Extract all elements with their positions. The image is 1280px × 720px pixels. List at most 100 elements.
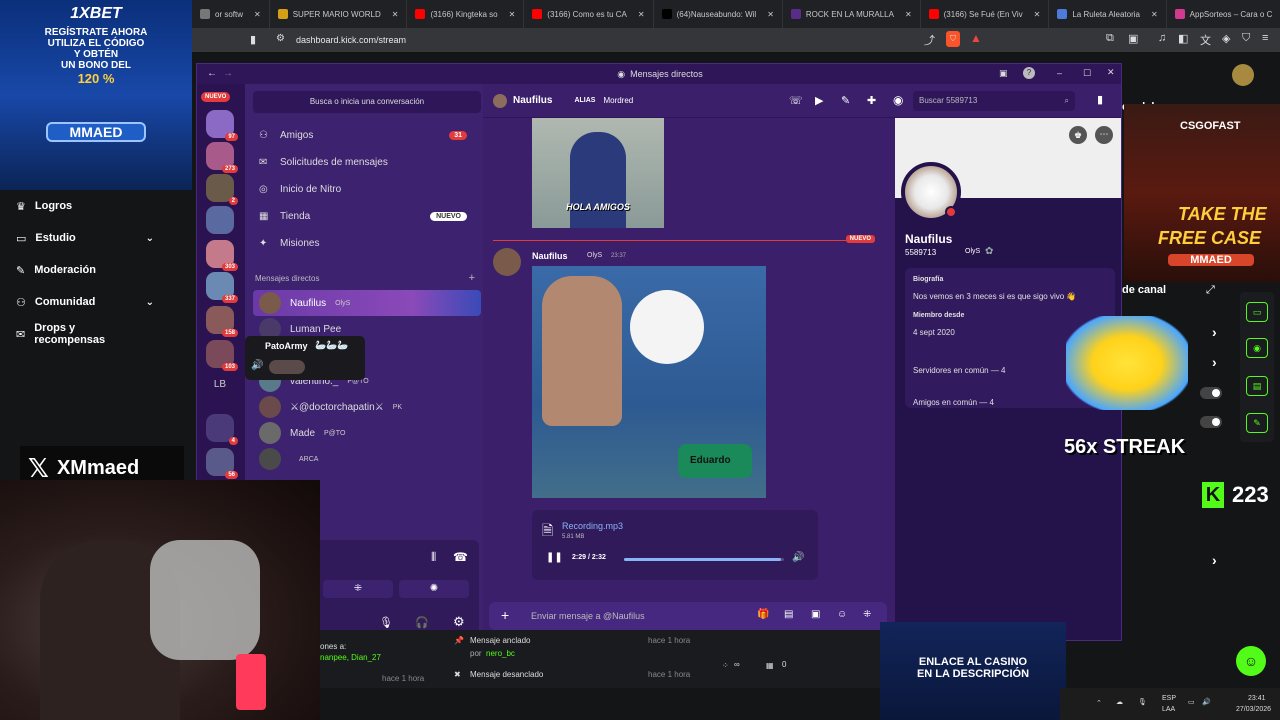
pinned-by-user[interactable]: nero_bc (486, 649, 515, 658)
bookmark-icon[interactable]: ▮ (250, 33, 256, 46)
server-icon[interactable]: 4 (206, 414, 238, 445)
browser-tab[interactable]: La Ruleta Aleatoria ✕ (1049, 0, 1167, 28)
activity-button[interactable]: ⁜ (323, 580, 393, 598)
clock-time[interactable]: 23:41 (1248, 695, 1266, 702)
close-tab-icon[interactable]: ✕ (905, 10, 912, 19)
screenshot-icon[interactable]: ▣ (1128, 32, 1138, 45)
close-tab-icon[interactable]: ✕ (767, 10, 774, 19)
lb-server[interactable]: LB (206, 379, 234, 399)
mic-tray-icon[interactable]: 🎙 (1138, 698, 1147, 706)
browser-tab[interactable]: AppSorteos – Cara o C✕ (1167, 0, 1280, 28)
soundboard-button[interactable]: ✺ (399, 580, 469, 598)
address-input[interactable]: dashboard.kick.com/stream (296, 35, 406, 45)
dm-list-item[interactable]: ⚔@doctorchapatin⚔ PK (253, 394, 481, 420)
apps-icon[interactable]: ⁜ (863, 609, 871, 620)
browser-tab[interactable]: or softw ✕ (192, 0, 270, 28)
message-image[interactable]: Eduardo (532, 266, 766, 498)
forward-arrow-icon[interactable]: → (223, 68, 233, 79)
recipient-avatar[interactable] (493, 93, 507, 108)
hangup-icon[interactable]: ☎ (453, 550, 468, 564)
message-input[interactable]: Enviar mensaje a @Naufilus (531, 611, 645, 621)
dm-menu-item[interactable]: ✉ Solicitudes de mensajes (253, 149, 481, 175)
expand-icon[interactable]: ⤢ (1206, 284, 1215, 297)
dm-list-item[interactable]: Naufilus OlyS (253, 290, 481, 316)
server-icon[interactable]: 56 (206, 448, 238, 479)
close-tab-icon[interactable]: ✕ (1151, 10, 1158, 19)
server-icon[interactable]: 2 (206, 174, 238, 205)
chat-bubble-icon[interactable]: ▭ (1246, 302, 1268, 322)
server-icon[interactable]: 273 (206, 142, 238, 173)
browser-tab[interactable]: SUPER MARIO WORLD ✕ (270, 0, 408, 28)
audio-filename[interactable]: Recording.mp3 (562, 521, 623, 531)
message-author[interactable]: Naufilus (532, 251, 568, 261)
user-avatar[interactable] (1232, 64, 1254, 86)
volume-tray-icon[interactable]: 🔊 (1202, 698, 1211, 706)
toggle-switch[interactable] (1200, 416, 1222, 428)
clock-date[interactable]: 27/03/2026 (1236, 706, 1271, 713)
author-avatar[interactable] (493, 248, 521, 276)
browser-tab[interactable]: (3166) Kingteka so ✕ (407, 0, 525, 28)
toggle-switch[interactable] (1200, 387, 1222, 399)
browser-tab[interactable]: (3166) Como es tu CA ✕ (524, 0, 654, 28)
gif-icon[interactable]: ▤ (784, 609, 793, 620)
inbox-bookmark-icon[interactable]: ▮ (1097, 93, 1103, 106)
close-tab-icon[interactable]: ✕ (638, 10, 645, 19)
close-tab-icon[interactable]: ✕ (509, 10, 516, 19)
chevron-down-icon[interactable]: ⌄ (146, 297, 154, 308)
add-friend-icon[interactable]: ✚ (867, 94, 876, 107)
add-dm-button[interactable]: + (469, 272, 475, 284)
rewards-icon[interactable]: ▲ (970, 31, 982, 45)
server-icon[interactable]: 158 (206, 306, 238, 337)
broadcast-icon[interactable]: ◉ (1246, 338, 1268, 358)
dm-list-item[interactable]: Made P@TO (253, 420, 481, 446)
translate-icon[interactable]: 文 (1200, 32, 1211, 48)
server-icon[interactable] (206, 206, 234, 234)
close-tab-icon[interactable]: ✕ (1034, 10, 1041, 19)
menu-icon[interactable]: ≡ (1262, 32, 1268, 44)
close-button[interactable]: ✕ (1107, 67, 1115, 78)
lang-primary[interactable]: ESP (1162, 695, 1176, 702)
kick-nav-item[interactable]: ✉ Drops y recompensas (0, 318, 192, 350)
volume-icon[interactable]: 🔊 (792, 552, 804, 563)
close-tab-icon[interactable]: ✕ (254, 10, 261, 19)
profile-toggle-icon[interactable]: ◉ (893, 93, 903, 107)
emoji-icon[interactable]: ☺ (837, 609, 847, 620)
help-icon[interactable]: ? (1023, 67, 1035, 79)
sticker-icon[interactable]: ▣ (811, 609, 820, 620)
chevron-right-icon[interactable]: › (1212, 354, 1217, 370)
chevron-right-icon[interactable]: › (1212, 552, 1217, 568)
chat-search-input[interactable]: Buscar 5589713 ⌕ (913, 91, 1075, 111)
dm-menu-item[interactable]: ✦ Misiones (253, 230, 481, 256)
mutual-servers[interactable]: Servidores en común — 4 (913, 366, 1006, 375)
media-icon[interactable]: ♫ (1158, 32, 1166, 44)
kick-nav-item[interactable]: ✎ Moderación (0, 254, 192, 286)
settings-gear-icon[interactable]: ⚙ (453, 614, 465, 630)
pause-button[interactable]: ❚❚ (546, 552, 563, 563)
call-icon[interactable]: ☏ (789, 94, 803, 107)
dm-menu-item[interactable]: ⚇ Amigos 31 (253, 122, 481, 148)
profile-action-icon[interactable]: ♚ (1069, 126, 1087, 144)
browser-tab[interactable]: (64)Nauseabundo: Wil ✕ (654, 0, 783, 28)
message-input-box[interactable]: + Enviar mensaje a @Naufilus 🎁 ▤ ▣ ☺ ⁜ (489, 602, 887, 630)
browser-tab[interactable]: (3166) Se Fué (En Viv ✕ (921, 0, 1050, 28)
server-icon[interactable]: 97 (206, 110, 238, 141)
dm-list-item[interactable]: ARCA (253, 446, 481, 472)
inbox-icon[interactable]: ▣ (999, 68, 1008, 79)
add-attachment-icon[interactable]: + (501, 607, 509, 623)
kick-nav-item[interactable]: ▭ Estudio ⌄ (0, 222, 192, 254)
server-icon[interactable]: 303 (206, 240, 238, 271)
wallet-icon[interactable]: ◈ (1222, 32, 1230, 45)
more-options-icon[interactable]: ⋯ (1095, 126, 1113, 144)
sidebar-icon[interactable]: ◧ (1178, 32, 1188, 45)
tray-up-icon[interactable]: ⌃ (1096, 699, 1102, 707)
dm-menu-item[interactable]: ◎ Inicio de Nitro (253, 176, 481, 202)
dm-menu-item[interactable]: ▦ Tienda NUEVO (253, 203, 481, 229)
kick-nav-item[interactable]: ⚇ Comunidad ⌄ (0, 286, 192, 318)
chevron-down-icon[interactable]: ⌄ (146, 233, 154, 244)
lang-secondary[interactable]: LAA (1162, 706, 1175, 713)
video-icon[interactable]: ▶ (815, 94, 823, 107)
headset-icon[interactable]: 🎧 (415, 616, 429, 629)
wrench-rail-icon[interactable]: ✎ (1246, 413, 1268, 433)
maximize-button[interactable]: ☐ (1083, 68, 1091, 79)
search-conversation-button[interactable]: Busca o inicia una conversación (253, 91, 481, 113)
